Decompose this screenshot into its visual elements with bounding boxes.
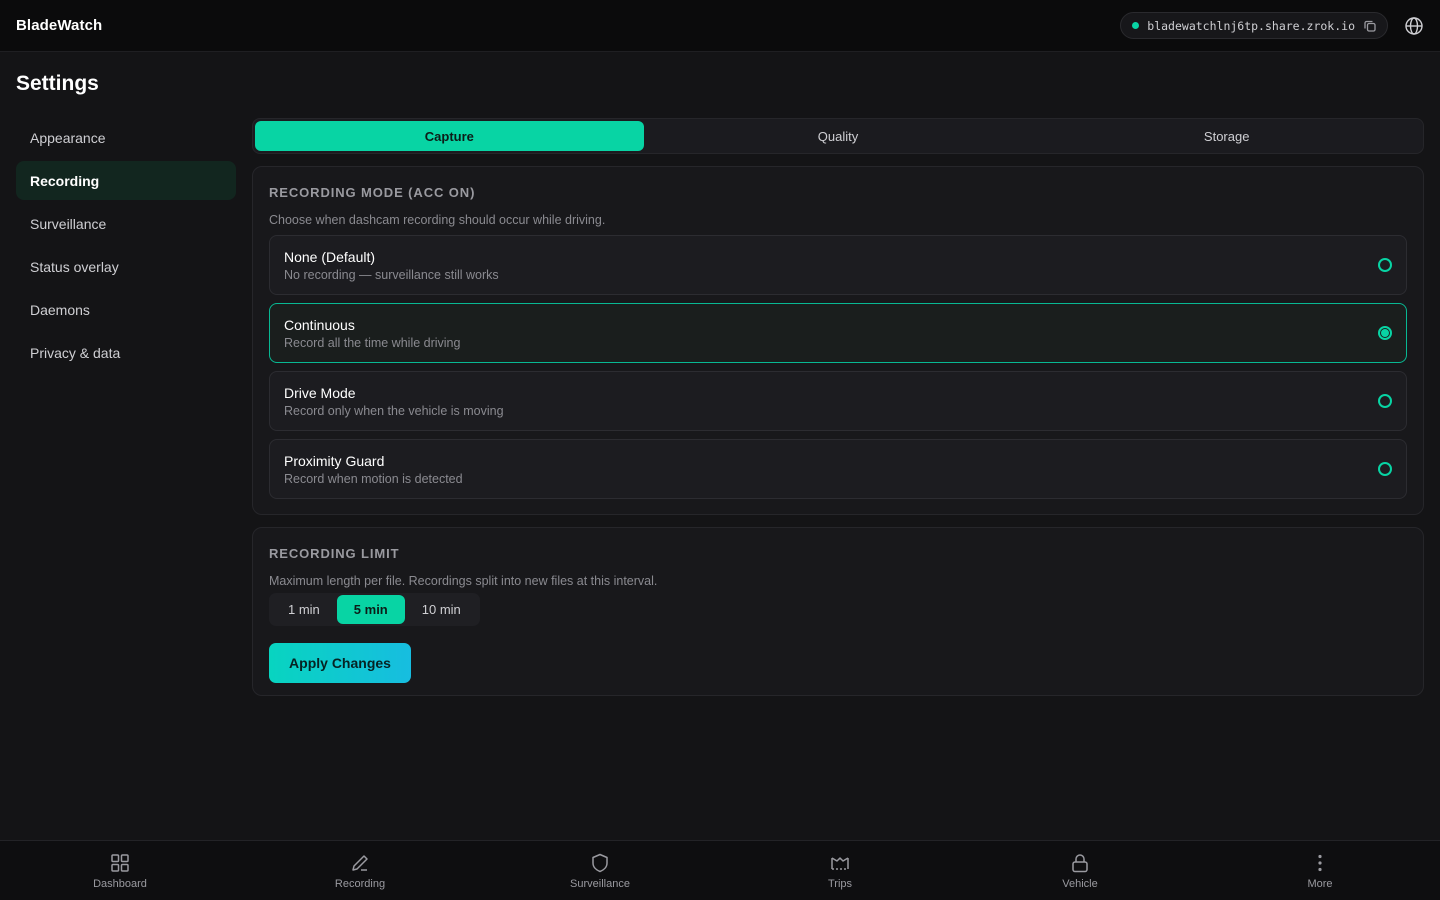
sidebar-item-privacy-data[interactable]: Privacy & data: [16, 333, 236, 372]
option-subtitle: Record when motion is detected: [284, 471, 463, 486]
shield-icon: [589, 852, 611, 874]
nav-label: Dashboard: [93, 877, 147, 890]
option-title: Continuous: [284, 316, 355, 333]
settings-tabs: Capture Quality Storage: [252, 118, 1424, 154]
sidebar-item-surveillance[interactable]: Surveillance: [16, 204, 236, 243]
nav-label: Vehicle: [1062, 877, 1098, 890]
lock-icon: [1069, 852, 1091, 874]
mode-option-proximity-guard[interactable]: Proximity Guard Record when motion is de…: [269, 439, 1407, 499]
option-text: None (Default) No recording — surveillan…: [284, 249, 499, 282]
sidebar-item-recording[interactable]: Recording: [16, 161, 236, 200]
limit-option-1-min[interactable]: 1 min: [271, 595, 337, 624]
radio-button-selected[interactable]: [1378, 326, 1392, 340]
sidebar-item-appearance[interactable]: Appearance: [16, 118, 236, 157]
status-dot: [1132, 22, 1140, 29]
option-title: Proximity Guard: [284, 452, 385, 469]
recording-limit-title: RECORDING LIMIT: [269, 546, 400, 561]
nav-item-dashboard[interactable]: Dashboard: [0, 841, 240, 900]
nav-item-vehicle[interactable]: Vehicle: [960, 841, 1200, 900]
sidebar-item-status-overlay[interactable]: Status overlay: [16, 247, 236, 286]
app-title: BladeWatch: [16, 17, 103, 34]
option-title: Drive Mode: [284, 384, 356, 401]
recording-limit-selector: 1 min 5 min 10 min: [269, 593, 480, 626]
recording-limit-card: RECORDING LIMIT Maximum length per file.…: [252, 527, 1424, 696]
option-text: Proximity Guard Record when motion is de…: [284, 453, 463, 486]
option-title: None (Default): [284, 248, 376, 265]
option-subtitle: Record all the time while driving: [284, 335, 461, 350]
grid-icon: [109, 852, 131, 874]
nav-label: Surveillance: [570, 877, 630, 890]
option-text: Drive Mode Record only when the vehicle …: [284, 385, 504, 418]
recording-mode-options: None (Default) No recording — surveillan…: [269, 235, 1407, 499]
limit-option-5-min[interactable]: 5 min: [336, 595, 405, 624]
bottom-nav: Dashboard Recording Surveillance Trips V…: [0, 840, 1440, 900]
tab-quality[interactable]: Quality: [644, 121, 1033, 151]
nav-label: Trips: [827, 877, 853, 890]
top-bar: BladeWatch bladewatchlnj6tp.share.zrok.i…: [0, 0, 1440, 52]
recording-limit-description: Maximum length per file. Recordings spli…: [269, 574, 658, 588]
tab-capture[interactable]: Capture: [255, 121, 644, 151]
option-subtitle: Record only when the vehicle is moving: [284, 403, 504, 418]
sidebar-item-daemons[interactable]: Daemons: [16, 290, 236, 329]
globe-icon[interactable]: [1404, 16, 1424, 36]
apply-changes-button[interactable]: Apply Changes: [269, 643, 411, 683]
mode-option-continuous[interactable]: Continuous Record all the time while dri…: [269, 303, 1407, 363]
radio-button[interactable]: [1378, 394, 1392, 408]
recording-mode-card: RECORDING MODE (ACC ON) Choose when dash…: [252, 166, 1424, 515]
recording-mode-title: RECORDING MODE (ACC ON): [269, 185, 476, 200]
top-bar-actions: bladewatchlnj6tp.share.zrok.io: [1120, 12, 1424, 39]
nav-item-trips[interactable]: Trips: [720, 841, 960, 900]
nav-item-recording[interactable]: Recording: [240, 841, 480, 900]
limit-option-10-min[interactable]: 10 min: [405, 595, 478, 624]
option-subtitle: No recording — surveillance still works: [284, 267, 499, 282]
nav-item-more[interactable]: More: [1200, 841, 1440, 900]
option-text: Continuous Record all the time while dri…: [284, 317, 460, 350]
radio-dot: [1381, 329, 1389, 337]
mode-option-none[interactable]: None (Default) No recording — surveillan…: [269, 235, 1407, 295]
recording-mode-description: Choose when dashcam recording should occ…: [269, 213, 606, 227]
copy-icon[interactable]: [1363, 19, 1377, 33]
route-icon: [829, 852, 851, 874]
radio-button[interactable]: [1378, 258, 1392, 272]
pencil-icon: [349, 852, 371, 874]
share-url-text: bladewatchlnj6tp.share.zrok.io: [1147, 18, 1355, 33]
page-title: Settings: [16, 72, 99, 95]
tab-storage[interactable]: Storage: [1032, 121, 1421, 151]
radio-button[interactable]: [1378, 462, 1392, 476]
share-url-pill[interactable]: bladewatchlnj6tp.share.zrok.io: [1120, 12, 1388, 39]
mode-option-drive-mode[interactable]: Drive Mode Record only when the vehicle …: [269, 371, 1407, 431]
nav-label: More: [1307, 877, 1333, 890]
more-vertical-icon: [1309, 852, 1331, 874]
nav-item-surveillance[interactable]: Surveillance: [480, 841, 720, 900]
nav-label: Recording: [334, 877, 386, 890]
settings-sidebar: Appearance Recording Surveillance Status…: [16, 118, 236, 376]
